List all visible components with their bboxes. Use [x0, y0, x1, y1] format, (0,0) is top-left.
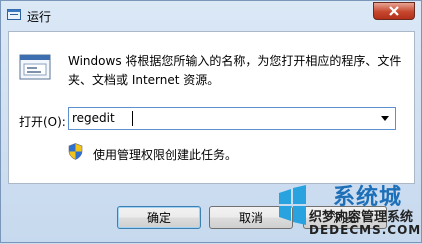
close-button[interactable]	[373, 2, 415, 20]
watermark-url: DEDECMS.COM	[309, 223, 422, 237]
admin-note: 使用管理权限创建此任务。	[93, 148, 238, 162]
text-caret	[132, 111, 133, 126]
run-app-icon	[7, 9, 21, 20]
uac-shield-icon	[68, 143, 83, 160]
open-input[interactable]	[69, 108, 372, 129]
run-window-icon	[19, 54, 51, 80]
dropdown-button[interactable]	[377, 108, 393, 129]
dialog-body: Windows 将根据您所输入的名称，为您打开相应的程序、文件夹、文档或 Int…	[8, 31, 415, 184]
title-bar[interactable]: 运行	[1, 1, 421, 31]
site-watermark: 系统城 织梦内容管理系统 DEDECMS.COM	[271, 179, 422, 244]
open-combobox[interactable]	[68, 107, 396, 130]
dialog-description: Windows 将根据您所输入的名称，为您打开相应的程序、文件夹、文档或 Int…	[68, 54, 402, 87]
open-label: 打开(O):	[19, 115, 66, 129]
window-title: 运行	[27, 10, 52, 24]
watermark-logo-icon	[279, 185, 306, 225]
run-dialog: 运行 Windows 将根据您所输入的名称，为您打开相应的程序、文件夹、文档或 …	[0, 0, 422, 243]
chevron-down-icon	[381, 116, 389, 121]
close-icon	[389, 6, 399, 16]
ok-button[interactable]: 确定	[117, 206, 201, 229]
